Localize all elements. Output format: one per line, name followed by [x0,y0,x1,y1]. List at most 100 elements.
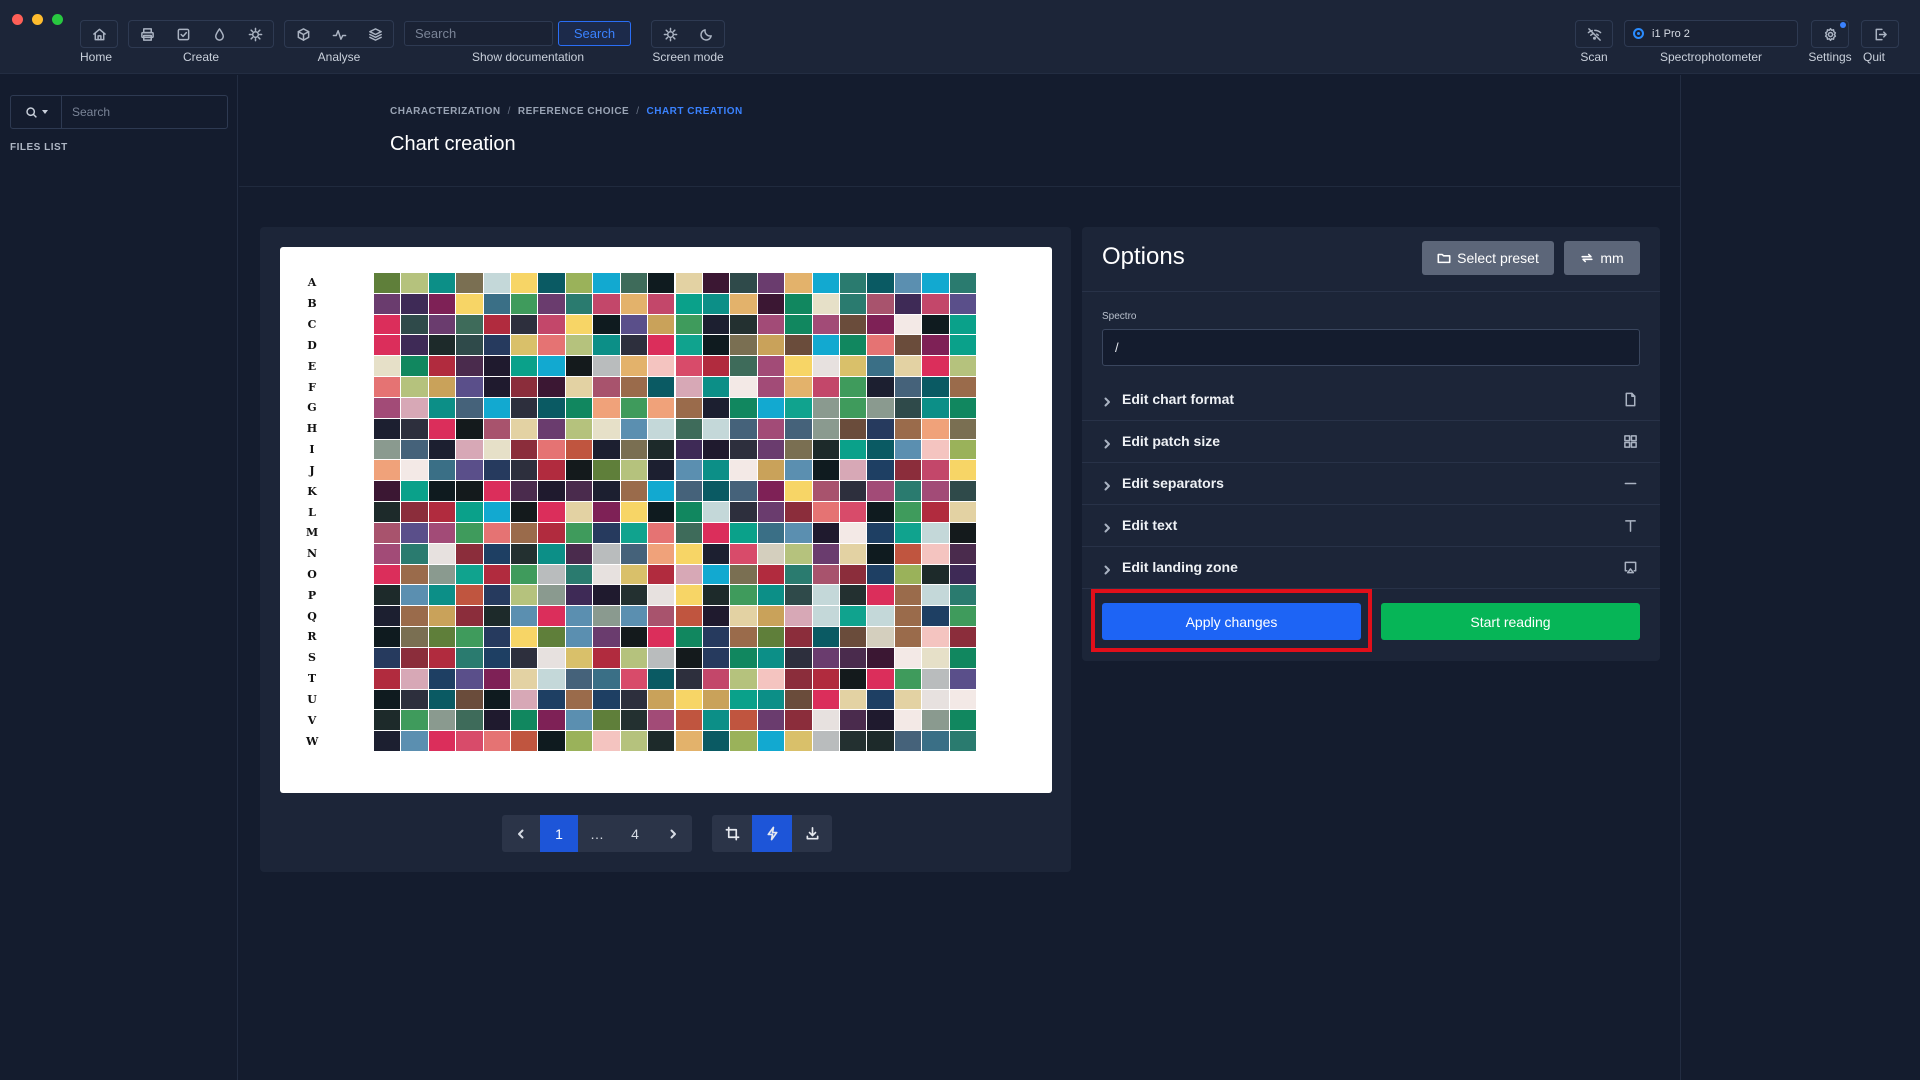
spectrophotometer-select[interactable]: i1 Pro 2 [1624,20,1798,47]
lightning-icon [766,826,778,841]
next-page-button[interactable] [654,815,692,852]
quit-button[interactable] [1862,21,1898,47]
edit-separators-row[interactable]: Edit separators [1082,462,1660,504]
light-button[interactable] [237,21,273,47]
color-patch [374,668,401,689]
color-patch [922,439,949,460]
color-patch [812,418,839,439]
color-patch [648,710,675,731]
select-preset-button[interactable]: Select preset [1422,241,1554,275]
color-patch [675,668,702,689]
previous-page-button[interactable] [502,815,540,852]
color-patch [565,439,593,460]
documentation-search-button[interactable]: Search [558,21,631,46]
color-patch [511,418,538,439]
color-patch [565,377,593,397]
crop-button[interactable] [712,815,752,852]
light-mode-button[interactable] [652,21,688,47]
unit-toggle-button[interactable]: mm [1564,241,1640,275]
color-patch [757,731,785,751]
edit-landing-zone-row[interactable]: Edit landing zone [1082,546,1660,588]
color-patch [675,397,702,418]
analyse-layers-button[interactable] [357,21,393,47]
window-maximize-button[interactable] [52,14,63,25]
color-patch-grid [374,273,977,752]
print-button[interactable] [129,21,165,47]
color-patch [456,356,483,377]
color-patch [839,668,867,689]
color-patch [620,689,648,710]
color-patch [922,460,949,481]
chevron-right-icon [1104,481,1110,491]
breadcrumb-characterization[interactable]: CHARACTERIZATION [390,106,501,117]
page-1-button[interactable]: 1 [540,815,578,852]
files-list-label: FILES LIST [10,142,68,153]
color-patch [949,502,976,522]
edit-chart-format-row[interactable]: Edit chart format [1082,378,1660,420]
color-patch [456,522,483,543]
analyse-curve-button[interactable] [321,21,357,47]
row-label: C [307,318,317,332]
color-patch [620,710,648,731]
color-patch [867,731,894,751]
color-patch [949,731,976,751]
start-reading-button[interactable]: Start reading [1381,603,1640,640]
flash-button[interactable] [752,815,792,852]
color-patch [401,314,428,335]
color-patch [785,273,812,293]
settings-label: Settings [1808,50,1852,64]
color-patch [894,731,922,751]
color-patch [620,522,648,543]
color-patch [483,377,511,397]
color-patch [401,335,428,356]
row-label: G [307,401,317,415]
edit-text-row[interactable]: Edit text [1082,504,1660,546]
color-patch [401,522,428,543]
color-patch [730,502,757,522]
analyse-3d-button[interactable] [285,21,321,47]
files-search-input[interactable] [62,96,227,128]
color-patch [812,606,839,627]
color-patch [785,397,812,418]
documentation-search-input[interactable] [404,21,553,46]
color-patch [757,377,785,397]
breadcrumb-reference-choice[interactable]: REFERENCE CHOICE [518,106,629,117]
color-patch [867,585,894,606]
color-patch [401,502,428,522]
color-patch [648,335,675,356]
cube-icon [297,27,309,41]
header-divider [239,186,1680,187]
color-patch [593,543,620,564]
window-close-button[interactable] [12,14,23,25]
color-patch [894,689,922,710]
color-patch [757,710,785,731]
color-patch [456,397,483,418]
color-patch [675,293,702,314]
ink-button[interactable] [201,21,237,47]
home-button[interactable] [81,21,117,47]
color-patch [648,418,675,439]
color-patch [867,335,894,356]
checklist-button[interactable] [165,21,201,47]
edit-patch-size-row[interactable]: Edit patch size [1082,420,1660,462]
download-button[interactable] [792,815,832,852]
scan-button[interactable] [1576,21,1612,47]
color-patch [428,606,456,627]
color-patch [949,627,976,647]
color-patch [730,377,757,397]
color-patch [785,481,812,502]
search-filter-dropdown[interactable] [11,96,62,128]
dark-mode-button[interactable] [688,21,724,47]
home-label: Home [79,50,113,64]
color-patch [922,689,949,710]
breadcrumb-chart-creation: CHART CREATION [646,106,743,117]
color-patch [483,668,511,689]
page-4-button[interactable]: 4 [616,815,654,852]
settings-button[interactable] [1812,21,1848,47]
spectrophotometer-label: Spectrophotometer [1659,50,1763,64]
window-minimize-button[interactable] [32,14,43,25]
color-patch [757,627,785,647]
color-patch [593,522,620,543]
color-patch [839,731,867,751]
spectro-input[interactable] [1102,329,1640,366]
